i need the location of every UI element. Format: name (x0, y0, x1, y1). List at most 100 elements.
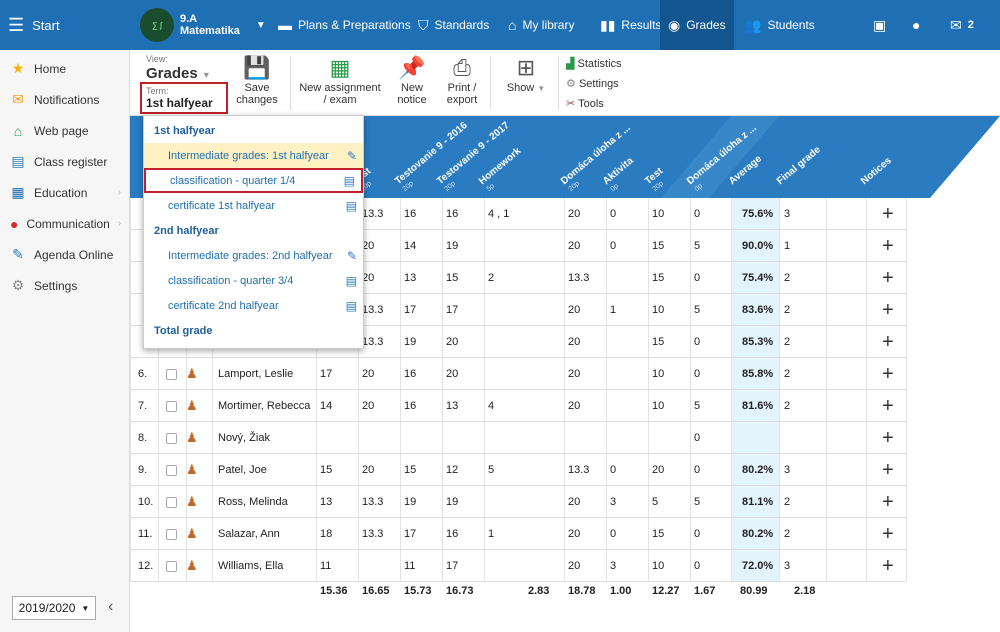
final-grade-cell[interactable]: 3 (780, 550, 790, 582)
add-notice-button[interactable]: + (878, 422, 894, 454)
student-checkbox[interactable] (162, 454, 177, 486)
grade-cell[interactable]: 13 (442, 390, 458, 422)
grade-cell[interactable]: 19 (442, 230, 458, 262)
grade-cell[interactable]: 4 (484, 390, 494, 422)
add-notice-button[interactable]: + (878, 390, 894, 422)
grade-cell[interactable]: 20 (564, 486, 580, 518)
final-grade-cell[interactable]: 3 (780, 454, 790, 486)
grade-cell[interactable]: 14 (316, 390, 332, 422)
messages-button[interactable]: ✉ 2 (950, 0, 974, 50)
nav-standards[interactable]: ⛉ Standards (418, 0, 489, 50)
grade-cell[interactable]: 5 (690, 294, 700, 326)
year-select[interactable]: 2019/2020 ▼ (12, 596, 96, 620)
chat-button[interactable]: ● (912, 0, 920, 50)
settings-button[interactable]: ⚙ Settings (566, 74, 622, 94)
grade-cell[interactable]: 20 (564, 230, 580, 262)
save-button[interactable]: 💾 Save changes (234, 54, 280, 107)
grade-cell[interactable]: 20 (442, 358, 458, 390)
final-grade-cell[interactable]: 2 (780, 262, 790, 294)
print-button[interactable]: ⎙ Print / export (442, 54, 482, 107)
grade-cell[interactable]: 0 (690, 326, 700, 358)
grade-cell[interactable]: 1 (484, 518, 494, 550)
student-name[interactable]: Patel, Joe (214, 454, 267, 486)
grade-cell[interactable]: 15 (316, 454, 332, 486)
grade-cell[interactable]: 0 (690, 550, 700, 582)
final-grade-cell[interactable] (780, 422, 784, 454)
class-selector[interactable]: ∑ ∫ 9.A Matematika ▼ (140, 8, 266, 42)
dropdown-item[interactable]: classification - quarter 3/4 ▤ (144, 268, 363, 293)
tools-button[interactable]: ✂ Tools (566, 94, 622, 114)
grade-cell[interactable]: 20 (358, 390, 374, 422)
grade-cell[interactable]: 0 (606, 230, 616, 262)
grade-cell[interactable]: 10 (648, 294, 664, 326)
grade-cell[interactable]: 14 (400, 230, 416, 262)
sidebar-item-class-register[interactable]: ▤ Class register (0, 146, 129, 177)
collapse-sidebar-icon[interactable]: ‹ (108, 598, 113, 616)
sidebar-item-notifications[interactable]: ✉ Notifications (0, 84, 129, 115)
sidebar-item-communication[interactable]: ● Communication › (0, 208, 129, 239)
grade-cell[interactable]: 20 (564, 390, 580, 422)
grade-cell[interactable]: 20 (564, 326, 580, 358)
final-grade-cell[interactable]: 2 (780, 358, 790, 390)
grade-cell[interactable]: 11 (316, 550, 331, 582)
grade-cell[interactable]: 0 (690, 198, 700, 230)
grade-cell[interactable]: 10 (648, 550, 664, 582)
student-name[interactable]: Salazar, Ann (214, 518, 280, 550)
grade-cell[interactable]: 20 (648, 454, 664, 486)
final-grade-cell[interactable]: 2 (780, 486, 790, 518)
add-notice-button[interactable]: + (878, 550, 894, 582)
grade-cell[interactable]: 5 (484, 454, 494, 486)
sidebar-item-home[interactable]: ★ Home (0, 53, 129, 84)
grade-cell[interactable]: 16 (400, 198, 416, 230)
grade-cell[interactable]: 17 (442, 550, 458, 582)
grade-cell[interactable]: 2 (484, 262, 494, 294)
grade-cell[interactable]: 19 (400, 486, 416, 518)
add-notice-button[interactable]: + (878, 262, 894, 294)
grade-cell[interactable]: 20 (564, 198, 580, 230)
new-assignment-button[interactable]: ▦ New assignment / exam (298, 54, 382, 107)
grade-cell[interactable]: 16 (442, 198, 458, 230)
student-name[interactable]: Mortimer, Rebecca (214, 390, 310, 422)
grade-cell[interactable]: 10 (648, 390, 664, 422)
student-checkbox[interactable] (162, 422, 177, 454)
grade-cell[interactable]: 17 (442, 294, 458, 326)
sidebar-item-webpage[interactable]: ⌂ Web page (0, 115, 129, 146)
nav-students[interactable]: 👥 Students (744, 0, 815, 50)
grade-cell[interactable]: 16 (400, 358, 416, 390)
grade-cell[interactable]: 4 , 1 (484, 198, 509, 230)
start-button[interactable]: ☰ Start (8, 0, 130, 50)
student-checkbox[interactable] (162, 486, 177, 518)
grade-cell[interactable]: 13.3 (564, 454, 589, 486)
grade-cell[interactable]: 15 (400, 454, 416, 486)
add-notice-button[interactable]: + (878, 230, 894, 262)
grade-cell[interactable]: 16 (442, 518, 458, 550)
student-checkbox[interactable] (162, 550, 177, 582)
dropdown-item[interactable]: certificate 2nd halfyear ▤ (144, 293, 363, 318)
grade-cell[interactable]: 19 (442, 486, 458, 518)
grade-cell[interactable]: 17 (316, 358, 332, 390)
grade-cell[interactable]: 0 (690, 454, 700, 486)
grade-cell[interactable]: 12 (442, 454, 458, 486)
dropdown-item[interactable]: Intermediate grades: 2nd halfyear ✎ (144, 243, 363, 268)
grade-cell[interactable]: 5 (690, 390, 700, 422)
grade-cell[interactable]: 0 (606, 198, 616, 230)
grade-cell[interactable]: 13.3 (358, 486, 383, 518)
grade-cell[interactable]: 13 (400, 262, 416, 294)
sidebar-item-education[interactable]: ▦ Education › (0, 177, 129, 208)
nav-results[interactable]: ▮▮ Results (600, 0, 661, 50)
grade-cell[interactable]: 0 (690, 422, 700, 454)
nav-grades[interactable]: ◉ Grades (660, 0, 734, 50)
sidebar-item-settings[interactable]: ⚙ Settings (0, 270, 129, 301)
grade-cell[interactable]: 0 (690, 262, 700, 294)
add-notice-button[interactable]: + (878, 518, 894, 550)
dropdown-item[interactable]: certificate 1st halfyear ▤ (144, 193, 363, 218)
add-notice-button[interactable]: + (878, 486, 894, 518)
view-selector[interactable]: View: Grades ▼ (146, 54, 211, 82)
sidebar-item-agenda[interactable]: ✎ Agenda Online (0, 239, 129, 270)
new-notice-button[interactable]: 📌 New notice (392, 54, 432, 107)
nav-library[interactable]: ⌂ My library (508, 0, 574, 50)
final-grade-cell[interactable]: 2 (780, 518, 790, 550)
grade-cell[interactable]: 5 (648, 486, 658, 518)
student-checkbox[interactable] (162, 518, 177, 550)
term-selector[interactable]: Term: 1st halfyear ▼ (140, 82, 228, 123)
